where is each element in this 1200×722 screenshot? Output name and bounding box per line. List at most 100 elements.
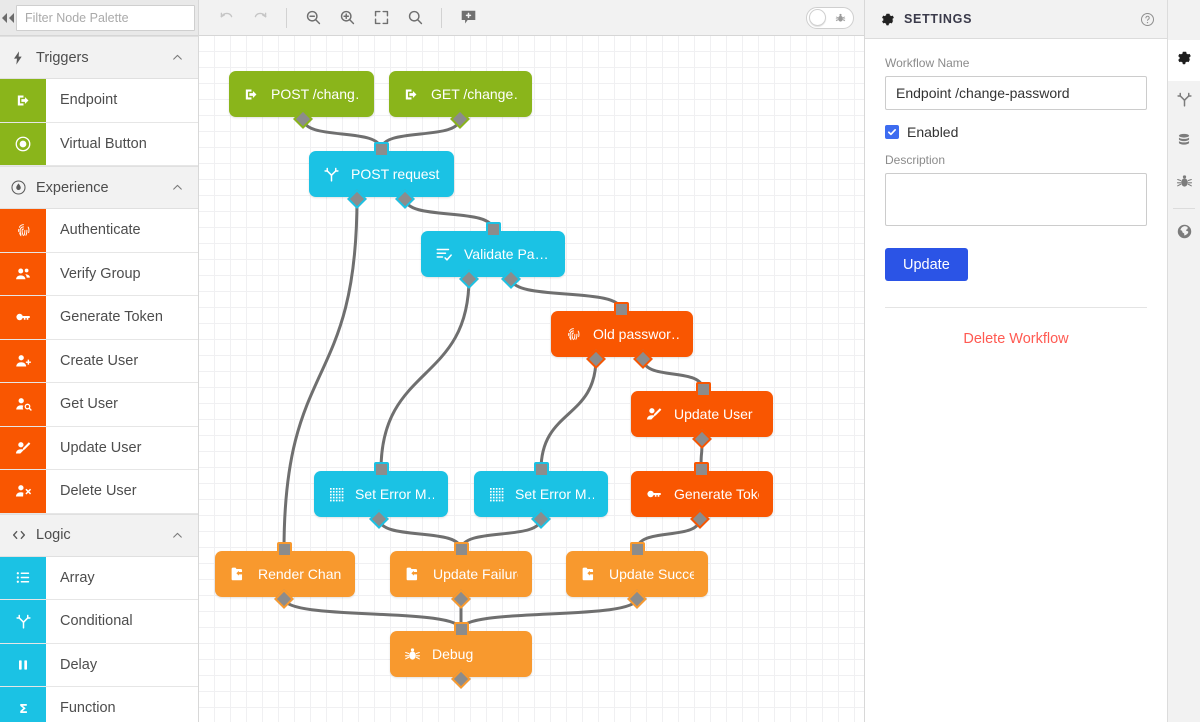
palette-group-logic[interactable]: Logic — [0, 513, 198, 557]
palette-item-get-user[interactable]: Get User — [0, 383, 198, 427]
edge-layer — [282, 116, 705, 632]
toolbar-divider-2 — [441, 7, 442, 28]
canvas-node-update-user[interactable]: Update User — [631, 382, 773, 449]
toolbar-divider — [286, 7, 287, 28]
node-input-port[interactable] — [454, 542, 469, 557]
palette-item-label: Array — [60, 569, 95, 586]
canvas-node-validate-pa[interactable]: Validate Pa… — [421, 222, 565, 289]
fit-to-screen-icon[interactable] — [366, 3, 396, 33]
canvas-node-get-change[interactable]: GET /change… — [389, 71, 532, 129]
palette-item-virtual-button[interactable]: Virtual Button — [0, 122, 198, 166]
bug-icon — [404, 646, 421, 663]
canvas-node-old-password[interactable]: Old passwor… — [551, 302, 693, 369]
description-label: Description — [885, 153, 946, 167]
collapse-left-icon[interactable] — [0, 0, 16, 36]
palette-item-label: Authenticate — [60, 222, 141, 239]
fingerprint-icon — [0, 209, 46, 252]
palette-item-delete-user[interactable]: Delete User — [0, 470, 198, 514]
zoom-out-icon[interactable] — [298, 3, 328, 33]
canvas-node-label: Update User — [674, 406, 753, 422]
delete-workflow-link[interactable]: Delete Workflow — [885, 331, 1147, 347]
palette-item-label: Virtual Button — [60, 135, 147, 152]
enabled-label: Enabled — [907, 124, 959, 140]
add-comment-icon[interactable] — [453, 3, 483, 33]
palette-item-update-user[interactable]: Update User — [0, 426, 198, 470]
redo-icon[interactable] — [245, 3, 275, 33]
palette-group-triggers[interactable]: Triggers — [0, 36, 198, 79]
debug-toggle[interactable] — [806, 6, 854, 29]
zoom-reset-icon[interactable] — [400, 3, 430, 33]
canvas-node-label: Set Error M… — [515, 486, 594, 502]
rail-globals[interactable] — [1168, 213, 1200, 254]
node-input-port[interactable] — [486, 222, 501, 237]
chevron-up-icon[interactable] — [171, 529, 184, 542]
node-input-port[interactable] — [614, 302, 629, 317]
filter-node-palette-input[interactable] — [16, 4, 195, 31]
description-textarea[interactable] — [885, 173, 1147, 226]
canvas-node-label: Update Failure — [433, 566, 518, 582]
palette-item-authenticate[interactable]: Authenticate — [0, 209, 198, 253]
canvas-node-update-success[interactable]: Update Success — [566, 542, 708, 609]
palette-item-delay[interactable]: Delay — [0, 643, 198, 687]
rail-settings[interactable] — [1167, 40, 1200, 81]
palette-item-function[interactable]: Σ Function — [0, 687, 198, 722]
palette-item-array[interactable]: Array — [0, 556, 198, 600]
canvas-node-set-error-m-2[interactable]: Set Error M… — [474, 462, 608, 529]
workflow-name-label: Workflow Name — [885, 56, 970, 70]
chevron-up-icon[interactable] — [171, 51, 184, 64]
node-input-port[interactable] — [454, 622, 469, 637]
grid-icon — [488, 486, 504, 502]
canvas-node-label: GET /change… — [431, 86, 518, 102]
debug-toggle-knob — [809, 9, 826, 26]
rail-divider — [1173, 208, 1195, 209]
palette-item-label: Verify Group — [60, 265, 141, 282]
right-icon-rail — [1167, 0, 1200, 722]
palette-group-label: Triggers — [36, 49, 89, 66]
chevron-up-icon[interactable] — [171, 181, 184, 194]
node-input-port[interactable] — [277, 542, 292, 557]
settings-body: Workflow Name Enabled Description Update… — [865, 39, 1167, 722]
canvas-node-set-error-m-1[interactable]: Set Error M… — [314, 462, 448, 529]
canvas-node-update-failure[interactable]: Update Failure — [390, 542, 532, 609]
palette-item-endpoint[interactable]: Endpoint — [0, 79, 198, 123]
node-input-port[interactable] — [534, 462, 549, 477]
workflow-name-input[interactable] — [885, 76, 1147, 110]
rail-storage[interactable] — [1168, 122, 1200, 163]
node-input-port[interactable] — [374, 462, 389, 477]
undo-icon[interactable] — [211, 3, 241, 33]
workflow-canvas[interactable]: POST /chang… GET /change… POST request? Val… — [199, 36, 864, 722]
rail-versions[interactable] — [1168, 81, 1200, 122]
user-search-icon — [0, 383, 46, 426]
zoom-in-icon[interactable] — [332, 3, 362, 33]
endpoint-icon — [0, 79, 46, 122]
help-circle-icon[interactable] — [1140, 12, 1155, 27]
node-input-port[interactable] — [694, 462, 709, 477]
code-brackets-icon — [10, 527, 36, 543]
node-input-port[interactable] — [630, 542, 645, 557]
gear-icon — [1176, 50, 1192, 71]
user-delete-icon — [0, 470, 46, 513]
key-icon — [0, 296, 46, 339]
enabled-checkbox[interactable] — [885, 125, 899, 139]
palette-item-verify-group[interactable]: Verify Group — [0, 252, 198, 296]
canvas-node-render-change[interactable]: Render Chan… — [215, 542, 355, 609]
canvas-node-post-request[interactable]: POST request? — [309, 142, 454, 209]
palette-group-experience[interactable]: Experience — [0, 166, 198, 209]
canvas-node-generate-token[interactable]: Generate Token — [631, 462, 773, 529]
render-icon — [229, 565, 247, 583]
palette-item-conditional[interactable]: Conditional — [0, 600, 198, 644]
palette-item-create-user[interactable]: Create User — [0, 339, 198, 383]
endpoint-icon — [243, 86, 260, 103]
enabled-row[interactable]: Enabled — [885, 124, 1147, 140]
bug-icon — [1176, 173, 1193, 195]
palette-item-generate-token[interactable]: Generate Token — [0, 296, 198, 340]
canvas-node-post-change[interactable]: POST /chang… — [229, 71, 374, 129]
node-input-port[interactable] — [696, 382, 711, 397]
render-icon — [580, 565, 598, 583]
update-button[interactable]: Update — [885, 248, 968, 281]
fingerprint-icon — [565, 326, 582, 343]
node-input-port[interactable] — [374, 142, 389, 157]
rail-debug[interactable] — [1168, 163, 1200, 204]
palette-group-label: Logic — [36, 527, 71, 543]
canvas-node-debug[interactable]: Debug — [390, 622, 532, 689]
